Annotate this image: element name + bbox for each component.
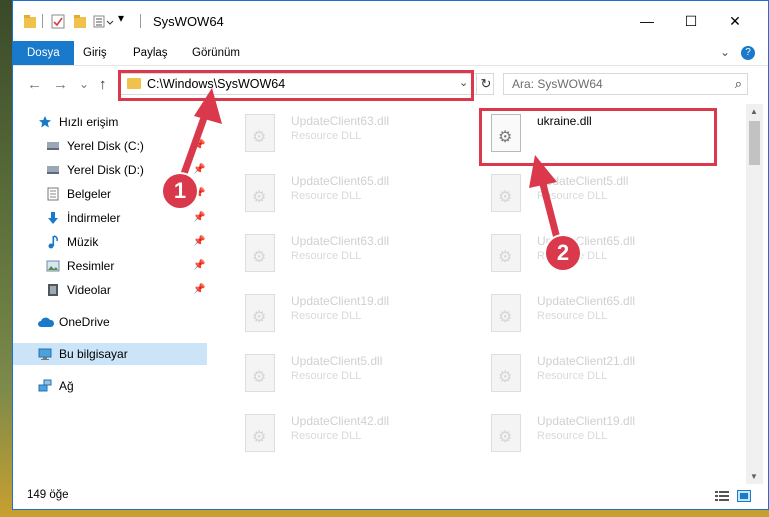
annotation-arrows	[176, 88, 564, 254]
step-2-badge: 2	[546, 236, 580, 270]
arrowhead-1	[194, 88, 222, 124]
arrowhead-2	[529, 155, 557, 188]
step-1-badge: 1	[163, 174, 197, 208]
